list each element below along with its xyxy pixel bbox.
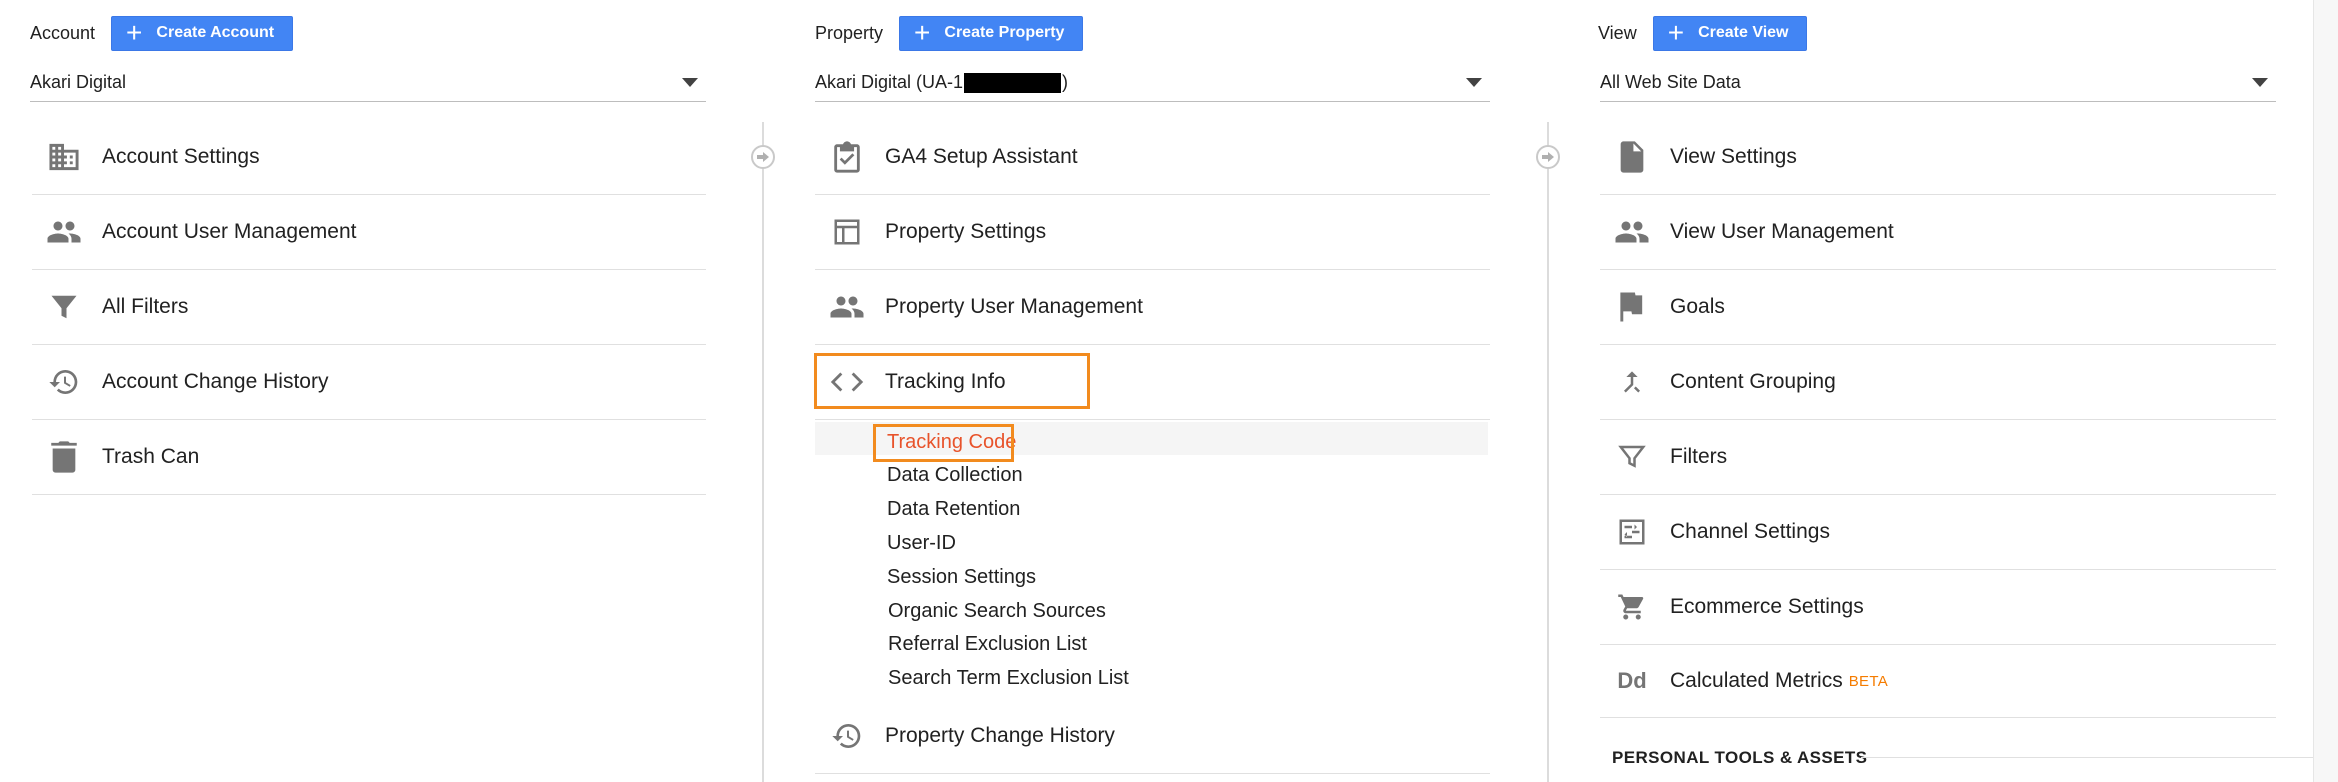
user-id-link[interactable]: User-ID (887, 532, 956, 555)
account-header: Account + Create Account (30, 13, 294, 53)
filters-label: Filters (1670, 445, 1728, 468)
channel-settings-item[interactable]: Channel Settings (1600, 495, 2276, 570)
code-icon (829, 364, 865, 400)
tracking-info-item[interactable]: Tracking Info (815, 345, 1490, 420)
history-icon (46, 364, 82, 400)
property-selected-suffix: ) (1062, 72, 1069, 92)
property-settings-label: Property Settings (885, 220, 1047, 243)
people-icon (829, 289, 865, 325)
view-user-management-item[interactable]: View User Management (1600, 195, 2276, 270)
plus-icon: + (1667, 17, 1685, 48)
create-property-label: Create Property (944, 24, 1065, 41)
create-account-label: Create Account (156, 24, 275, 41)
beta-badge: BETA (1848, 672, 1888, 690)
plus-icon: + (914, 17, 931, 48)
account-label: Account (30, 22, 96, 43)
section-divider (1861, 757, 2321, 758)
account-change-history-label: Account Change History (102, 370, 329, 393)
caret-down-icon (682, 78, 698, 87)
ga4-setup-assistant-label: GA4 Setup Assistant (885, 145, 1078, 168)
view-column: View + Create View All Web Site Data Vie… (1545, 0, 2338, 782)
filter-icon (46, 289, 82, 325)
plus-icon: + (126, 17, 143, 48)
property-user-management-label: Property User Management (885, 295, 1143, 318)
account-change-history-item[interactable]: Account Change History (32, 345, 706, 420)
people-icon (46, 214, 82, 250)
cart-icon (1614, 589, 1650, 625)
ecommerce-settings-item[interactable]: Ecommerce Settings (1600, 570, 2276, 645)
trash-can-item[interactable]: Trash Can (32, 420, 706, 495)
property-column: Property + Create Property Akari Digital… (760, 0, 1545, 782)
trash-can-label: Trash Can (102, 445, 200, 468)
dd-icon: Dd (1617, 668, 1647, 693)
view-selected: All Web Site Data (1600, 72, 1741, 92)
goals-label: Goals (1670, 295, 1725, 318)
data-retention-link[interactable]: Data Retention (887, 498, 1020, 521)
channel-icon (1614, 514, 1650, 550)
view-settings-item[interactable]: View Settings (1600, 120, 2276, 195)
merge-icon (1614, 364, 1650, 400)
document-icon (1614, 139, 1650, 175)
account-settings-item[interactable]: Account Settings (32, 120, 706, 195)
data-collection-link[interactable]: Data Collection (887, 464, 1023, 487)
create-view-button[interactable]: + Create View (1652, 15, 1808, 51)
view-settings-label: View Settings (1670, 145, 1797, 168)
account-user-management-item[interactable]: Account User Management (32, 195, 706, 270)
property-change-history-label: Property Change History (885, 723, 1115, 747)
all-filters-item[interactable]: All Filters (32, 270, 706, 345)
create-view-label: Create View (1698, 24, 1789, 41)
redacted-id (964, 72, 1062, 93)
session-settings-link[interactable]: Session Settings (887, 566, 1036, 589)
account-column: Account + Create Account Akari Digital A… (0, 0, 760, 782)
channel-settings-label: Channel Settings (1670, 520, 1830, 543)
view-label: View (1598, 22, 1637, 43)
account-settings-label: Account Settings (102, 145, 260, 168)
view-user-management-label: View User Management (1670, 220, 1894, 243)
referral-exclusion-list-link[interactable]: Referral Exclusion List (888, 633, 1087, 656)
property-settings-item[interactable]: Property Settings (815, 195, 1490, 270)
property-select[interactable]: Akari Digital (UA-1 ) (815, 64, 1490, 102)
tracking-code-link[interactable]: Tracking Code (887, 431, 1016, 454)
history-icon (829, 718, 865, 754)
calculated-metrics-item[interactable]: Dd Calculated Metrics BETA (1600, 645, 2276, 718)
property-selected-prefix: Akari Digital (UA-1 (815, 72, 964, 92)
ga4-setup-assistant-item[interactable]: GA4 Setup Assistant (815, 120, 1490, 195)
account-select[interactable]: Akari Digital (30, 64, 706, 102)
caret-down-icon (1466, 78, 1482, 87)
filters-item[interactable]: Filters (1600, 420, 2276, 495)
goals-item[interactable]: Goals (1600, 270, 2276, 345)
trash-icon (46, 439, 82, 475)
building-icon (46, 139, 82, 175)
property-user-management-item[interactable]: Property User Management (815, 270, 1490, 345)
scrollbar-track[interactable] (2313, 0, 2338, 782)
content-grouping-label: Content Grouping (1670, 370, 1836, 393)
content-grouping-item[interactable]: Content Grouping (1600, 345, 2276, 420)
tracking-info-label: Tracking Info (885, 370, 1006, 393)
personal-tools-heading: PERSONAL TOOLS & ASSETS (1612, 748, 1868, 767)
property-change-history-item[interactable]: Property Change History (815, 698, 1490, 774)
search-term-exclusion-list-link[interactable]: Search Term Exclusion List (888, 667, 1129, 690)
view-header: View + Create View (1598, 13, 1808, 53)
flag-icon (1614, 289, 1650, 325)
create-property-button[interactable]: + Create Property (899, 15, 1084, 51)
all-filters-label: All Filters (102, 295, 189, 318)
view-select[interactable]: All Web Site Data (1600, 64, 2276, 102)
property-label: Property (815, 22, 884, 43)
organic-search-sources-link[interactable]: Organic Search Sources (888, 600, 1106, 623)
layout-icon (829, 214, 865, 250)
account-user-management-label: Account User Management (102, 220, 357, 243)
calculated-metrics-label: Calculated Metrics (1670, 669, 1843, 692)
people-icon (1614, 214, 1650, 250)
property-header: Property + Create Property (815, 13, 1084, 53)
checklist-icon (829, 139, 865, 175)
filter-icon (1614, 439, 1650, 475)
account-selected: Akari Digital (30, 72, 127, 92)
create-account-button[interactable]: + Create Account (111, 15, 294, 51)
ecommerce-settings-label: Ecommerce Settings (1670, 595, 1864, 618)
caret-down-icon (2252, 78, 2268, 87)
